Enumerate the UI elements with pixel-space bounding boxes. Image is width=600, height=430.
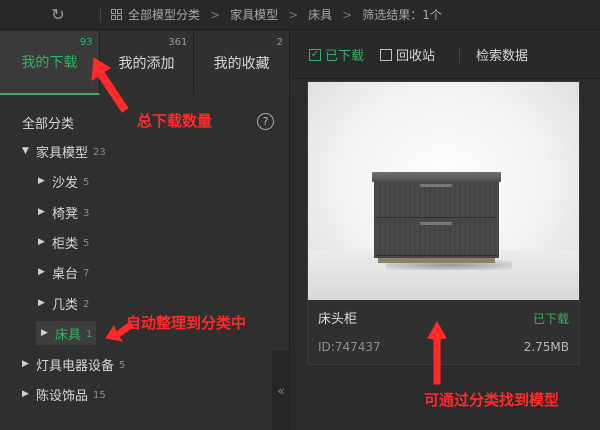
tree-item-decor[interactable]: ▶ 陈设饰品 15 [22, 382, 106, 406]
tree-item-count: 2 [83, 299, 90, 310]
tree-item-label: 柜类 [52, 236, 79, 252]
nightstand-drawer [376, 184, 497, 218]
tab-my-favorites[interactable]: 2 我的收藏 [194, 31, 289, 95]
tab-my-additions[interactable]: 361 我的添加 [99, 31, 195, 95]
caret-right-icon: ▶ [41, 328, 48, 338]
caret-right-icon: ▶ [22, 389, 29, 399]
sidebar: 93 我的下载 361 我的添加 2 我的收藏 全部分类 ? ▼ 家具模型 23… [0, 31, 290, 430]
breadcrumb-item-bed[interactable]: 床具 [308, 6, 332, 23]
model-size: 2.75MB [523, 340, 569, 354]
chevron-right-icon: > [210, 7, 221, 22]
tree-item-sofa[interactable]: ▶ 沙发 5 [38, 169, 89, 193]
search-data-button[interactable]: 检索数据 [476, 45, 528, 64]
tree-item-label: 几类 [52, 297, 79, 313]
checkbox-label: 回收站 [396, 49, 436, 64]
caret-right-icon: ▶ [38, 298, 45, 308]
caret-down-icon: ▼ [22, 146, 29, 156]
tree-item-label: 椅凳 [52, 206, 79, 222]
refresh-icon[interactable]: ↻ [38, 0, 78, 30]
tree-item-count: 7 [83, 268, 90, 279]
model-id: ID:747437 [318, 340, 381, 354]
nightstand-body [374, 182, 499, 258]
model-card[interactable]: 床头柜 已下载 ID:747437 2.75MB [307, 81, 580, 365]
tree-item-cabinet[interactable]: ▶ 柜类 5 [38, 230, 89, 254]
main-panel: ✓ 已下载 回收站 检索数据 床头柜 已下载 ID:747437 2.75MB [291, 31, 600, 430]
caret-right-icon: ▶ [22, 359, 29, 369]
annotation-auto-sort: 自动整理到分类中 [126, 314, 247, 332]
category-title: 全部分类 [22, 116, 75, 132]
tab-label: 我的添加 [118, 56, 175, 72]
checkbox-label: 已下载 [325, 49, 365, 64]
tab-label: 我的收藏 [213, 56, 270, 72]
tab-count: 2 [276, 37, 283, 48]
downloaded-checkbox[interactable]: ✓ 已下载 [309, 45, 364, 64]
tree-item-side-table[interactable]: ▶ 几类 2 [38, 291, 89, 315]
breadcrumb-item-furniture[interactable]: 家具模型 [230, 6, 278, 23]
tree-item-count: 5 [83, 177, 90, 188]
tree-item-count: 5 [119, 360, 126, 371]
caret-right-icon: ▶ [38, 237, 45, 247]
chevron-right-icon: > [342, 7, 353, 22]
tree-item-label: 灯具电器设备 [36, 358, 115, 374]
breadcrumb-item-all[interactable]: 全部模型分类 [128, 6, 200, 23]
top-toolbar: ↻ 全部模型分类 > 家具模型 > 床具 > 筛选结果：1个 [0, 0, 600, 30]
tree-item-count: 15 [93, 390, 106, 401]
toolbar-divider [100, 7, 101, 22]
tree-item-label: 家具模型 [36, 145, 89, 161]
annotation-total-downloads: 总下载数量 [137, 112, 213, 130]
checkbox-checked-icon: ✓ [309, 48, 321, 61]
model-thumbnail [308, 82, 579, 300]
tree-item-count: 3 [83, 208, 90, 219]
caret-right-icon: ▶ [38, 267, 45, 277]
filter-result-count: 筛选结果：1个 [362, 8, 442, 22]
tree-item-furniture[interactable]: ▼ 家具模型 23 [22, 139, 106, 163]
tree-item-count: 1 [86, 329, 93, 340]
tree-item-count: 5 [83, 238, 90, 249]
nightstand-top [372, 172, 501, 182]
tree-item-label: 桌台 [52, 266, 79, 282]
filter-bar: ✓ 已下载 回收站 检索数据 [291, 31, 600, 79]
filter-divider [459, 46, 461, 63]
tree-item-count: 23 [93, 147, 106, 158]
breadcrumb: 全部模型分类 > 家具模型 > 床具 > 筛选结果：1个 [111, 6, 442, 23]
annotation-find-by-category: 可通过分类找到模型 [424, 391, 560, 409]
model-name: 床头柜 [318, 312, 358, 327]
tree-item-table[interactable]: ▶ 桌台 7 [38, 260, 89, 284]
collapse-sidebar-icon[interactable]: « [272, 351, 290, 430]
tree-item-chair[interactable]: ▶ 椅凳 3 [38, 200, 89, 224]
tab-bar: 93 我的下载 361 我的添加 2 我的收藏 [0, 31, 289, 95]
chevron-right-icon: > [288, 7, 299, 22]
tree-item-label: 床具 [55, 327, 82, 343]
tree-item-lighting[interactable]: ▶ 灯具电器设备 5 [22, 352, 125, 376]
checkbox-unchecked-icon [380, 48, 393, 61]
nightstand-drawer [376, 222, 497, 256]
model-status: 已下载 [532, 312, 569, 326]
nightstand-base [378, 258, 495, 263]
tab-my-downloads[interactable]: 93 我的下载 [0, 31, 100, 95]
recycle-bin-checkbox[interactable]: 回收站 [380, 45, 435, 64]
tab-count: 361 [168, 37, 188, 48]
tab-count: 93 [79, 37, 93, 48]
caret-right-icon: ▶ [38, 176, 45, 186]
tree-item-label: 沙发 [52, 175, 79, 191]
caret-right-icon: ▶ [38, 207, 45, 217]
help-icon[interactable]: ? [257, 113, 274, 130]
tab-label: 我的下载 [21, 55, 78, 71]
grid-icon [111, 9, 122, 20]
tree-item-label: 陈设饰品 [36, 388, 89, 404]
tree-item-bed[interactable]: ▶ 床具 1 [36, 321, 96, 345]
